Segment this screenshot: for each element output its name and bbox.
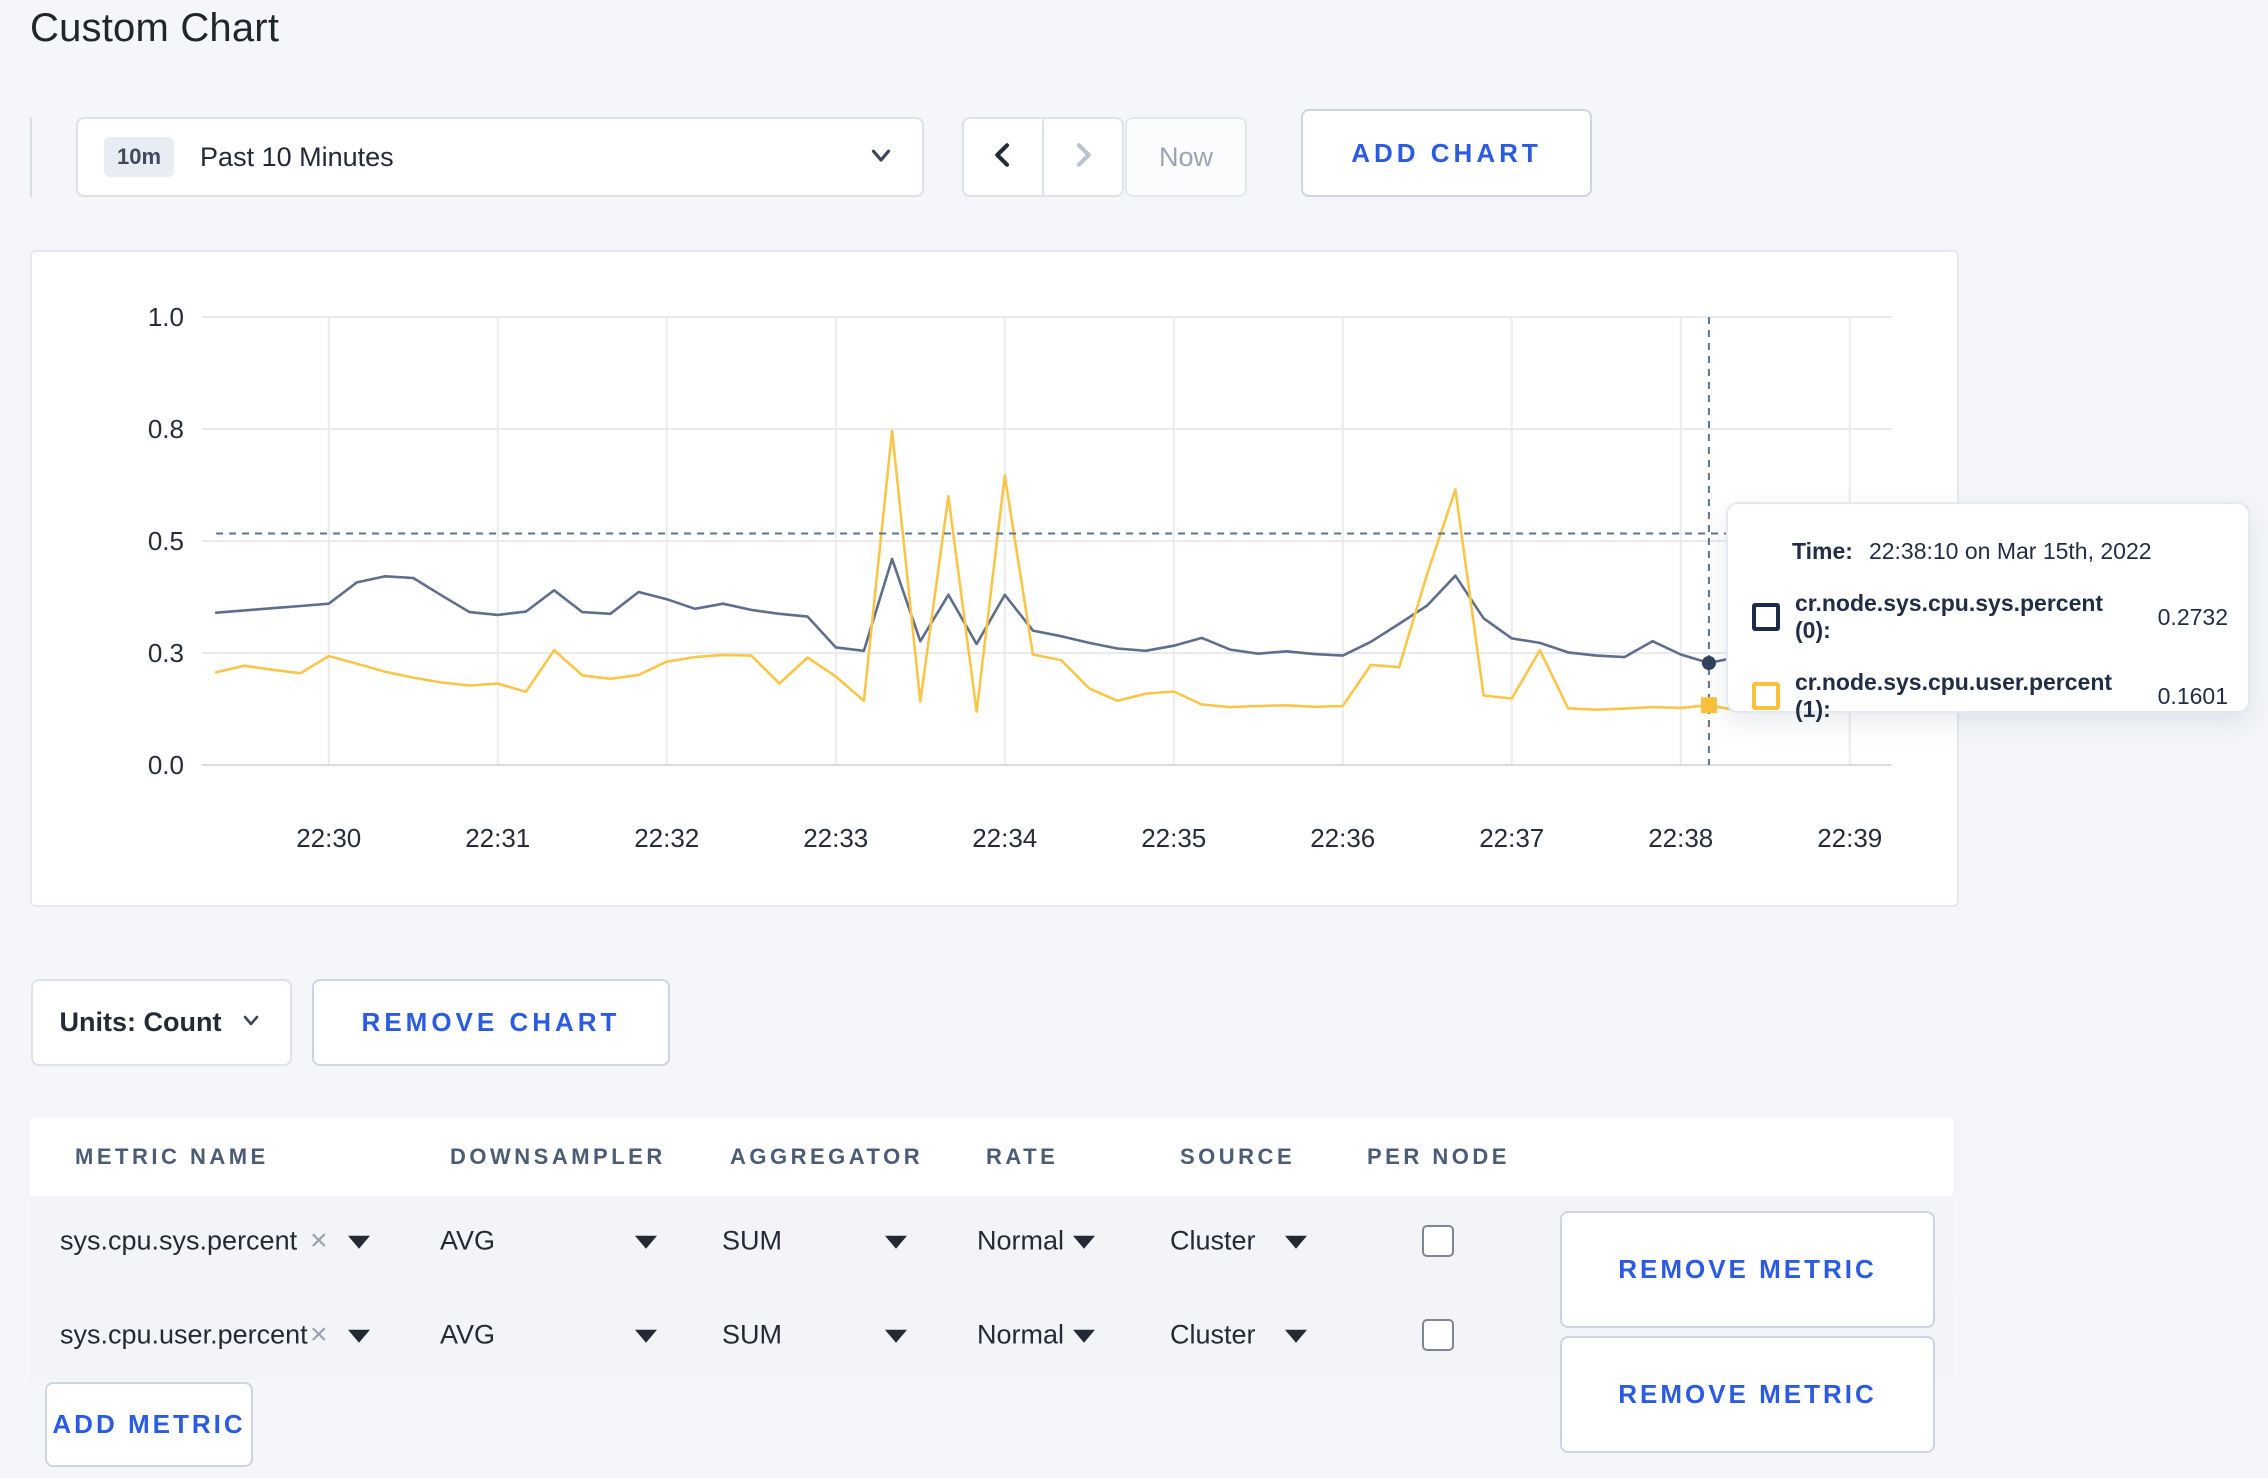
clear-metric-icon[interactable]: × <box>310 1224 328 1258</box>
svg-text:0.0: 0.0 <box>148 750 184 780</box>
svg-text:22:31: 22:31 <box>465 823 530 853</box>
dropdown-arrow-icon[interactable] <box>635 1329 657 1343</box>
column-header-downsampler: DOWNSAMPLER <box>450 1144 666 1169</box>
remove-chart-button[interactable]: REMOVE CHART <box>312 979 670 1066</box>
clear-metric-icon[interactable]: × <box>310 1318 328 1352</box>
aggregator-select[interactable]: SUM <box>722 1226 782 1257</box>
tooltip-series-sys-value: 0.2732 <box>2157 603 2228 630</box>
time-window-badge: 10m <box>104 137 175 177</box>
chart-card: 22:30 22:31 22:32 22:33 22:34 22:35 22:36 22:37… <box>30 250 1959 907</box>
downsampler-select[interactable]: AVG <box>440 1320 495 1351</box>
rate-select[interactable]: Normal <box>977 1320 1064 1351</box>
svg-text:1.0: 1.0 <box>148 302 184 332</box>
svg-text:22:38: 22:38 <box>1648 823 1713 853</box>
svg-text:22:37: 22:37 <box>1479 823 1544 853</box>
previous-range-button[interactable] <box>964 119 1042 195</box>
tooltip-series-sys-name: cr.node.sys.cpu.sys.percent (0): <box>1795 590 2104 643</box>
tooltip-time-label: Time: <box>1792 538 1853 564</box>
svg-text:22:39: 22:39 <box>1817 823 1882 853</box>
column-header-per-node: PER NODE <box>1367 1144 1510 1169</box>
time-window-select[interactable]: 10m Past 10 Minutes <box>76 117 924 197</box>
next-range-button[interactable] <box>1042 119 1122 195</box>
chevron-left-icon <box>987 139 1019 176</box>
toolbar-divider <box>30 117 32 197</box>
units-select[interactable]: Units: Count <box>31 979 292 1066</box>
svg-text:0.5: 0.5 <box>148 526 184 556</box>
add-metric-button[interactable]: ADD METRIC <box>45 1382 253 1467</box>
svg-text:22:36: 22:36 <box>1310 823 1375 853</box>
series-user-swatch-icon <box>1752 682 1780 710</box>
metrics-table-header: METRIC NAME DOWNSAMPLER AGGREGATOR RATE … <box>30 1118 1953 1196</box>
downsampler-select[interactable]: AVG <box>440 1226 495 1257</box>
dropdown-arrow-icon[interactable] <box>348 1329 370 1343</box>
add-chart-button[interactable]: ADD CHART <box>1301 109 1592 197</box>
page-title: Custom Chart <box>30 6 280 50</box>
timeseries-chart[interactable]: 22:30 22:31 22:32 22:33 22:34 22:35 22:36 22:37… <box>32 252 1957 905</box>
svg-text:22:32: 22:32 <box>634 823 699 853</box>
source-select[interactable]: Cluster <box>1170 1320 1256 1351</box>
dropdown-arrow-icon[interactable] <box>885 1329 907 1343</box>
column-header-rate: RATE <box>986 1144 1059 1169</box>
remove-metric-button[interactable]: REMOVE METRIC <box>1560 1336 1935 1453</box>
dropdown-arrow-icon[interactable] <box>635 1235 657 1249</box>
svg-text:22:34: 22:34 <box>972 823 1037 853</box>
tooltip-series-user-name: cr.node.sys.cpu.user.percent (1): <box>1795 669 2113 722</box>
units-select-label: Units: Count <box>59 1007 222 1037</box>
per-node-checkbox[interactable] <box>1422 1319 1454 1351</box>
chart-tooltip: Time: 22:38:10 on Mar 15th, 2022 cr.node… <box>1726 502 2250 722</box>
svg-text:22:33: 22:33 <box>803 823 868 853</box>
dropdown-arrow-icon[interactable] <box>1073 1235 1095 1249</box>
tooltip-series-user-value: 0.1601 <box>2157 682 2228 709</box>
rate-select[interactable]: Normal <box>977 1226 1064 1257</box>
column-header-metric-name: METRIC NAME <box>75 1144 269 1169</box>
dropdown-arrow-icon[interactable] <box>1285 1329 1307 1343</box>
remove-metric-button[interactable]: REMOVE METRIC <box>1560 1211 1935 1328</box>
dropdown-arrow-icon[interactable] <box>1073 1329 1095 1343</box>
metric-name-select[interactable]: sys.cpu.user.percent <box>60 1320 308 1351</box>
aggregator-select[interactable]: SUM <box>722 1320 782 1351</box>
svg-text:0.8: 0.8 <box>148 414 184 444</box>
svg-text:22:35: 22:35 <box>1141 823 1206 853</box>
svg-text:0.3: 0.3 <box>148 638 184 668</box>
chevron-right-icon <box>1067 139 1099 176</box>
column-header-source: SOURCE <box>1180 1144 1296 1169</box>
source-select[interactable]: Cluster <box>1170 1226 1256 1257</box>
column-header-aggregator: AGGREGATOR <box>730 1144 924 1169</box>
now-button[interactable]: Now <box>1125 117 1247 197</box>
metric-name-select[interactable]: sys.cpu.sys.percent <box>60 1226 297 1257</box>
time-range-arrows <box>962 117 1124 197</box>
dropdown-arrow-icon[interactable] <box>885 1235 907 1249</box>
series-sys-swatch-icon <box>1752 603 1780 631</box>
tooltip-time-value: 22:38:10 on Mar 15th, 2022 <box>1868 538 2152 564</box>
dropdown-arrow-icon[interactable] <box>348 1235 370 1249</box>
svg-text:22:30: 22:30 <box>296 823 361 853</box>
chevron-down-icon <box>866 140 896 175</box>
chevron-down-icon <box>239 1008 263 1037</box>
per-node-checkbox[interactable] <box>1422 1225 1454 1257</box>
time-window-label: Past 10 Minutes <box>200 141 394 172</box>
dropdown-arrow-icon[interactable] <box>1285 1235 1307 1249</box>
